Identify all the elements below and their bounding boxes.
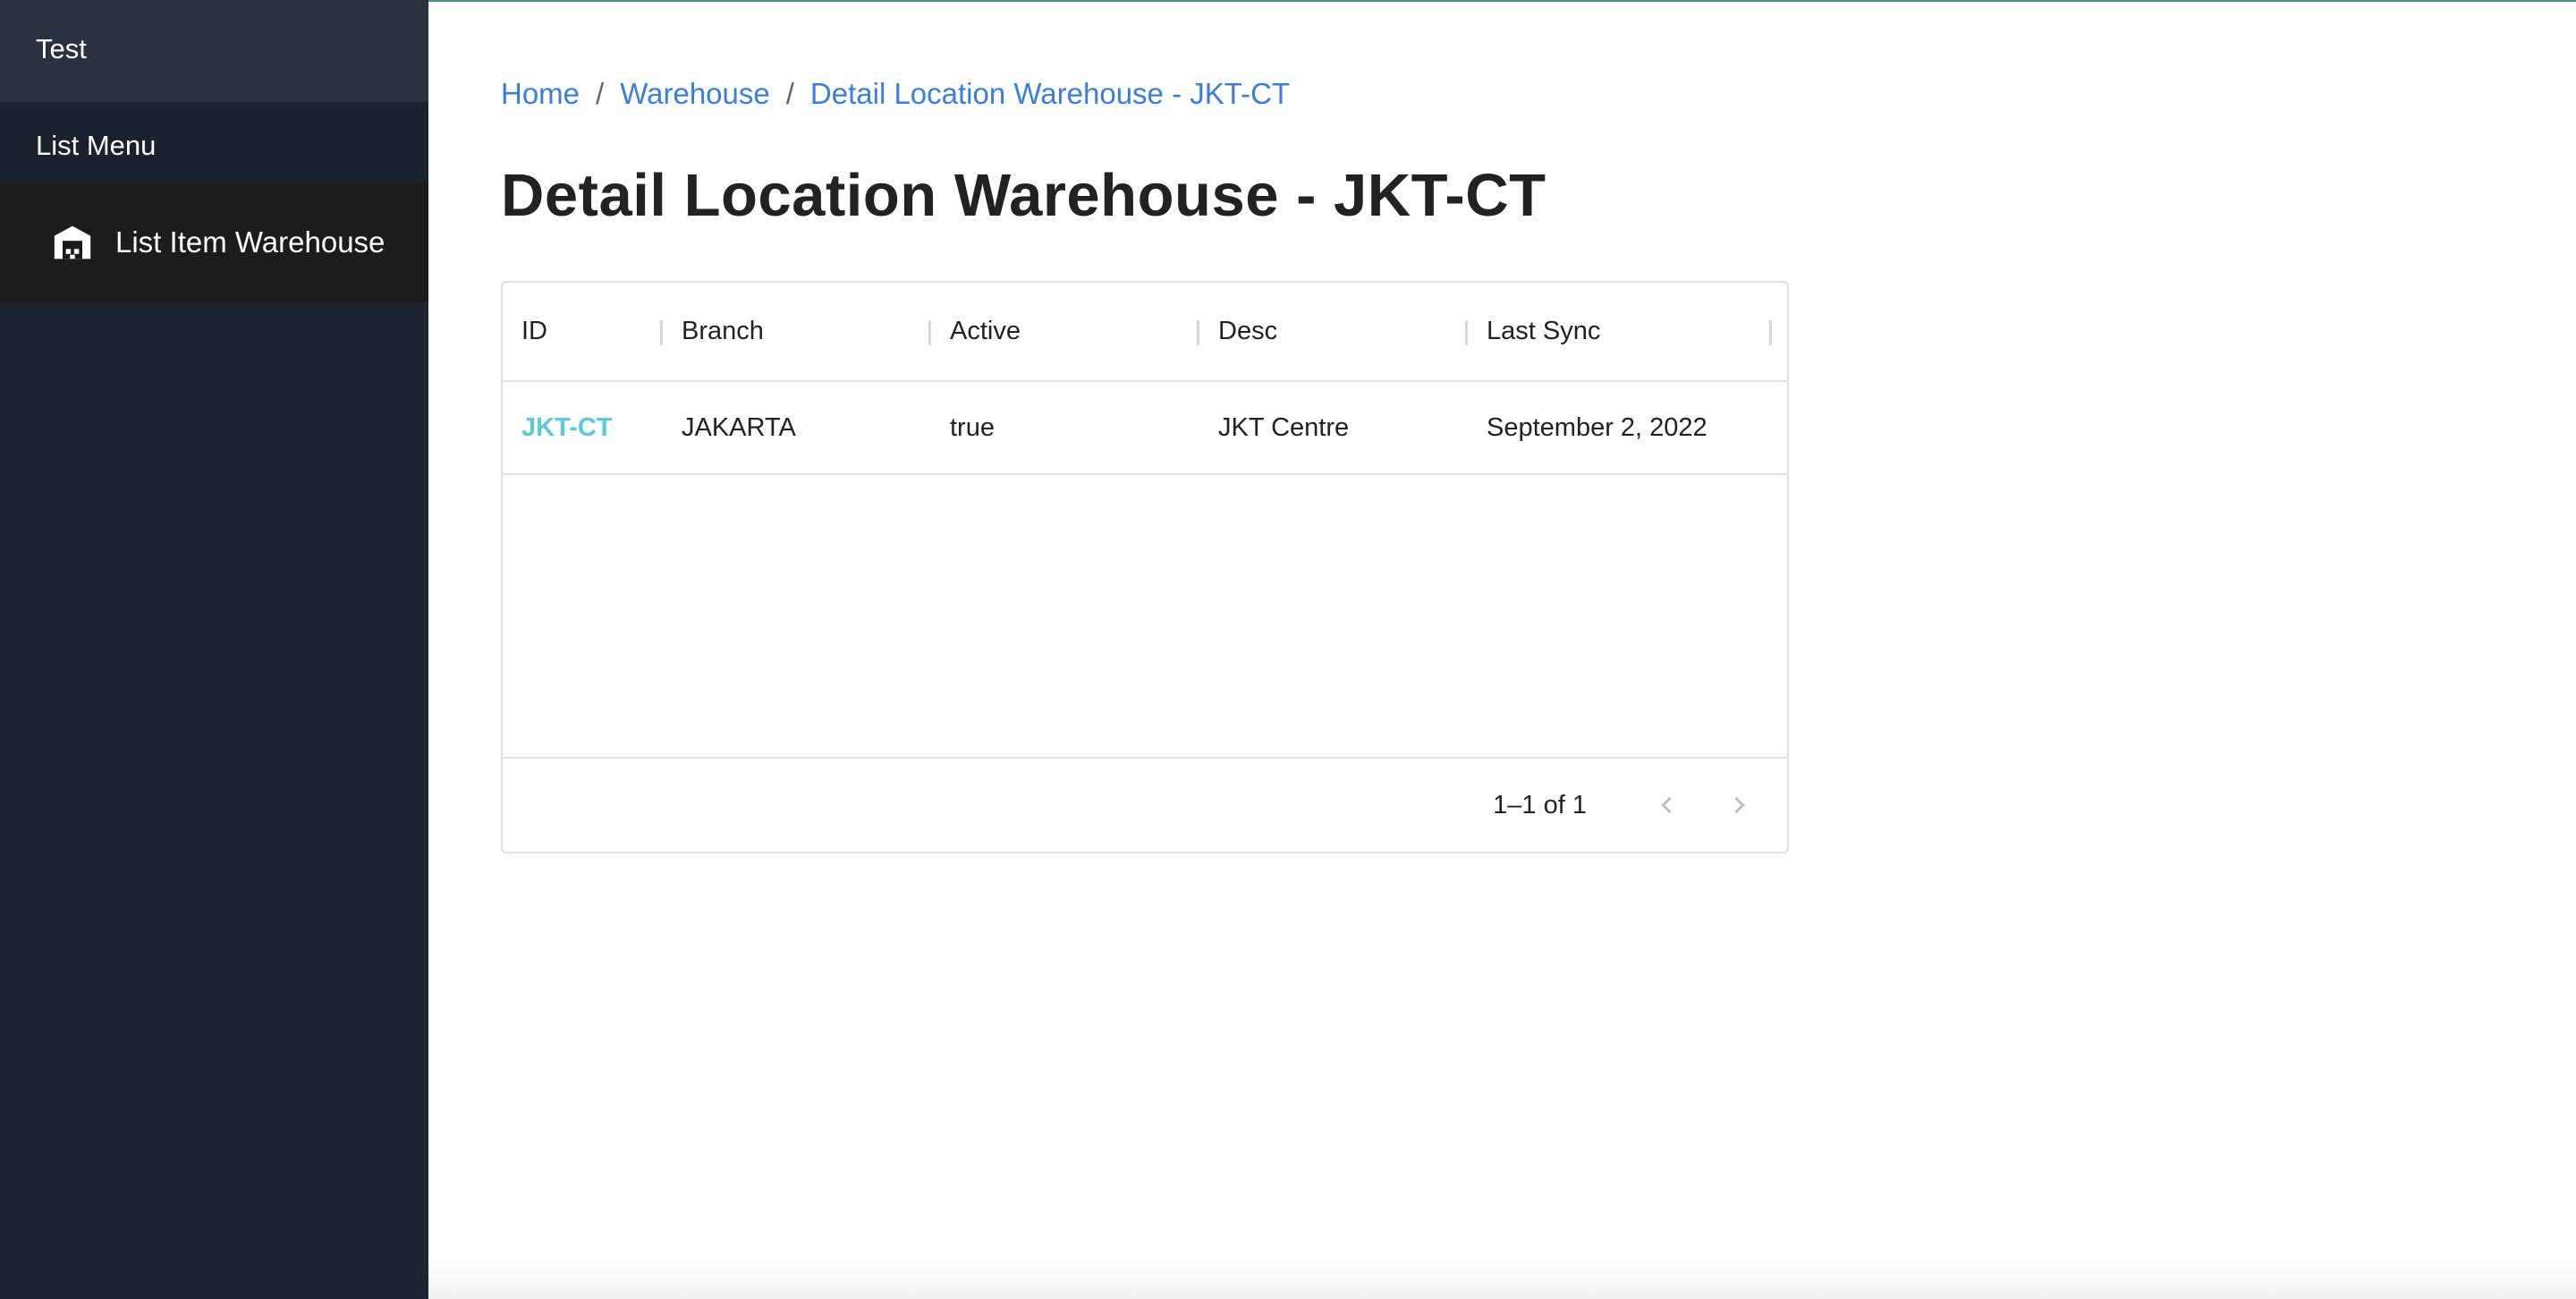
sidebar-title: Test	[0, 0, 428, 102]
breadcrumb: Home / Warehouse / Detail Location Wareh…	[501, 77, 1290, 111]
column-header-label: Branch	[682, 317, 764, 345]
chevron-left-icon	[1661, 796, 1672, 814]
page-title: Detail Location Warehouse - JKT-CT	[501, 162, 1546, 229]
cell-active: true	[950, 412, 995, 442]
cell-last-sync: September 2, 2022	[1487, 412, 1707, 442]
column-header-active[interactable]: Active	[931, 283, 1199, 380]
column-header-label: Last Sync	[1487, 317, 1601, 345]
cell-desc: JKT Centre	[1218, 412, 1350, 442]
column-header-label: Desc	[1218, 317, 1278, 345]
column-separator[interactable]	[1769, 320, 1772, 345]
column-header-desc[interactable]: Desc	[1199, 283, 1468, 380]
column-header-last-sync[interactable]: Last Sync	[1468, 283, 1772, 380]
breadcrumb-current[interactable]: Detail Location Warehouse - JKT-CT	[810, 77, 1290, 111]
pagination-range: 1–1 of 1	[1493, 790, 1587, 819]
sidebar-section-label: List Menu	[0, 102, 428, 183]
cell-branch: JAKARTA	[682, 412, 796, 442]
breadcrumb-home[interactable]: Home	[501, 77, 580, 111]
column-header-id[interactable]: ID	[503, 283, 663, 380]
breadcrumb-separator: /	[596, 77, 605, 110]
breadcrumb-warehouse[interactable]: Warehouse	[620, 77, 770, 111]
sidebar: Test List Menu List Item Warehouse	[0, 0, 428, 1299]
bottom-shadow	[428, 1263, 2576, 1299]
chevron-right-icon	[1734, 796, 1745, 814]
next-page-button[interactable]	[1712, 778, 1766, 832]
breadcrumb-separator: /	[785, 77, 794, 110]
app-root: Test List Menu List Item Warehouse Home …	[0, 0, 2576, 1299]
sidebar-item-label: List Item Warehouse	[115, 225, 386, 259]
table-header: ID Branch Active Desc Last Sync	[503, 283, 1787, 382]
main-content: Home / Warehouse / Detail Location Wareh…	[428, 0, 2576, 1299]
cell-id-link[interactable]: JKT-CT	[503, 413, 663, 443]
data-grid: ID Branch Active Desc Last Sync JKT-CT J…	[501, 281, 1789, 853]
table-pagination: 1–1 of 1	[503, 757, 1787, 852]
column-header-label: Active	[950, 317, 1021, 345]
warehouse-icon	[53, 223, 92, 262]
previous-page-button[interactable]	[1640, 778, 1694, 832]
sidebar-item-list-item-warehouse[interactable]: List Item Warehouse	[0, 183, 428, 302]
column-header-label: ID	[521, 317, 547, 345]
table-row[interactable]: JKT-CT JAKARTA true JKT Centre September…	[503, 382, 1787, 475]
column-header-branch[interactable]: Branch	[663, 283, 931, 380]
